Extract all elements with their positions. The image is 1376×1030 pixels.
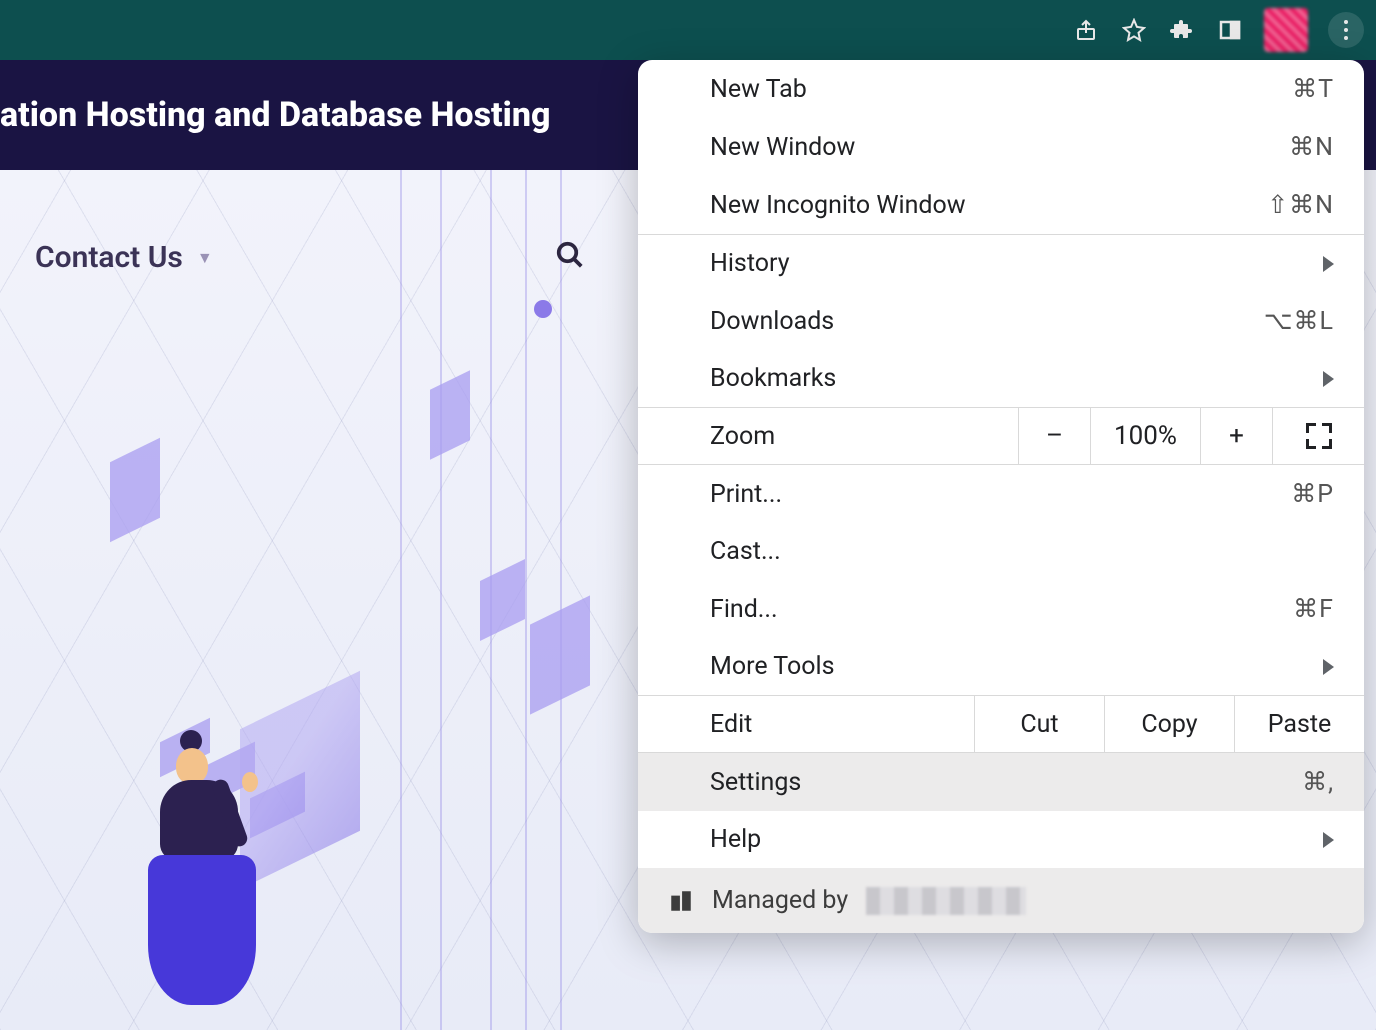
decor-line	[560, 170, 562, 1030]
managed-org-redacted	[866, 887, 1026, 915]
zoom-in-button[interactable]: +	[1200, 408, 1272, 464]
menu-shortcut: ⌘N	[1289, 132, 1334, 162]
edit-cut-button[interactable]: Cut	[974, 696, 1104, 752]
decor-line	[440, 170, 442, 1030]
menu-shortcut: ⌘,	[1302, 767, 1334, 797]
menu-shortcut: ⌥⌘L	[1264, 306, 1334, 336]
menu-new-tab[interactable]: New Tab ⌘T	[638, 60, 1364, 118]
menu-new-window[interactable]: New Window ⌘N	[638, 118, 1364, 176]
menu-label: New Tab	[710, 75, 807, 104]
chevron-right-icon	[1323, 371, 1334, 387]
menu-label: More Tools	[710, 652, 835, 681]
search-icon[interactable]	[555, 240, 591, 276]
menu-find[interactable]: Find... ⌘F	[638, 580, 1364, 638]
chevron-down-icon: ▼	[197, 248, 213, 268]
nav-contact-us[interactable]: Contact Us ▼	[35, 240, 213, 275]
menu-label: Downloads	[710, 307, 834, 336]
share-icon[interactable]	[1072, 16, 1100, 44]
managed-prefix: Managed by	[712, 886, 848, 915]
menu-shortcut: ⇧⌘N	[1267, 190, 1334, 220]
edit-paste-button[interactable]: Paste	[1234, 696, 1364, 752]
star-icon[interactable]	[1120, 16, 1148, 44]
menu-shortcut: ⌘F	[1293, 594, 1334, 624]
menu-print[interactable]: Print... ⌘P	[638, 465, 1364, 523]
menu-label: History	[710, 249, 790, 278]
menu-label: Print...	[710, 480, 782, 509]
chevron-right-icon	[1323, 659, 1334, 675]
menu-edit-row: Edit Cut Copy Paste	[638, 695, 1364, 753]
menu-more-tools[interactable]: More Tools	[638, 638, 1364, 695]
zoom-out-button[interactable]: –	[1018, 408, 1090, 464]
nav-label: Contact Us	[35, 240, 183, 275]
chrome-overflow-menu: New Tab ⌘T New Window ⌘N New Incognito W…	[638, 60, 1364, 933]
menu-settings[interactable]: Settings ⌘,	[638, 753, 1364, 811]
menu-edit-label: Edit	[638, 696, 974, 752]
building-icon	[668, 888, 694, 914]
chrome-menu-button[interactable]	[1328, 12, 1364, 48]
menu-shortcut: ⌘T	[1292, 74, 1334, 104]
fullscreen-button[interactable]	[1272, 408, 1364, 464]
menu-downloads[interactable]: Downloads ⌥⌘L	[638, 292, 1364, 350]
decor-line	[400, 170, 402, 1030]
menu-label: Help	[710, 825, 761, 854]
menu-label: Bookmarks	[710, 364, 836, 393]
menu-label: Find...	[710, 595, 778, 624]
decor-dot	[534, 300, 552, 318]
menu-cast[interactable]: Cast...	[638, 523, 1364, 580]
menu-managed-row[interactable]: Managed by	[638, 868, 1364, 933]
illustration-person	[130, 730, 290, 1010]
edit-copy-button[interactable]: Copy	[1104, 696, 1234, 752]
menu-label: Cast...	[710, 537, 781, 566]
menu-label: New Incognito Window	[710, 191, 966, 220]
menu-bookmarks[interactable]: Bookmarks	[638, 350, 1364, 407]
menu-shortcut: ⌘P	[1291, 479, 1334, 509]
fullscreen-icon	[1306, 423, 1332, 449]
menu-label: Settings	[710, 768, 801, 797]
zoom-value: 100%	[1090, 408, 1200, 464]
decor-line	[525, 170, 527, 1030]
menu-zoom-row: Zoom – 100% +	[638, 407, 1364, 465]
banner-title: ation Hosting and Database Hosting	[0, 95, 550, 135]
menu-zoom-label: Zoom	[638, 408, 1018, 464]
panel-icon[interactable]	[1216, 16, 1244, 44]
menu-history[interactable]: History	[638, 235, 1364, 292]
browser-toolbar	[0, 0, 1376, 60]
menu-help[interactable]: Help	[638, 811, 1364, 868]
extensions-icon[interactable]	[1168, 16, 1196, 44]
chevron-right-icon	[1323, 832, 1334, 848]
menu-new-incognito[interactable]: New Incognito Window ⇧⌘N	[638, 176, 1364, 234]
profile-avatar[interactable]	[1264, 8, 1308, 52]
chevron-right-icon	[1323, 256, 1334, 272]
menu-label: New Window	[710, 133, 855, 162]
